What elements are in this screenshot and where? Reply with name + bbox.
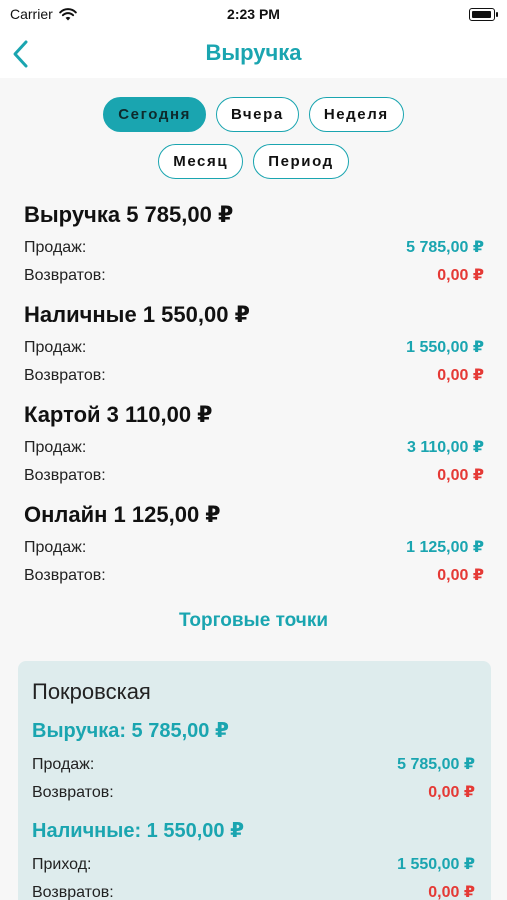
summary-title: Онлайн 1 125,00 ₽ xyxy=(24,502,221,527)
sales-row: Продаж: 5 785,00 ₽ xyxy=(24,234,484,262)
returns-value: 0,00 ₽ xyxy=(428,884,475,900)
sales-value: 3 110,00 ₽ xyxy=(407,439,484,456)
nav-bar: Выручка xyxy=(0,30,507,78)
filter-row-2: Месяц Период xyxy=(0,144,507,179)
outlets-section-title: Торговые точки xyxy=(178,610,329,631)
filter-row-1: Сегодня Вчера Неделя xyxy=(0,97,507,132)
sales-value: 1 550,00 ₽ xyxy=(406,339,484,356)
sales-row: Продаж: 1 550,00 ₽ xyxy=(24,334,484,362)
outlet-income-row: Приход: 1 550,00 ₽ xyxy=(32,851,475,879)
returns-row: Возвратов: 0,00 ₽ xyxy=(24,462,484,490)
page-title: Выручка xyxy=(205,40,302,65)
outlet-sales-row: Продаж: 5 785,00 ₽ xyxy=(32,751,475,779)
filter-period-button[interactable]: Период xyxy=(253,144,349,179)
sales-row: Продаж: 3 110,00 ₽ xyxy=(24,434,484,462)
returns-label: Возвратов: xyxy=(32,784,114,801)
sales-row: Продаж: 1 125,00 ₽ xyxy=(24,534,484,562)
filter-month-button[interactable]: Месяц xyxy=(158,144,244,179)
returns-row: Возвратов: 0,00 ₽ xyxy=(24,362,484,390)
returns-label: Возвратов: xyxy=(24,367,106,384)
returns-label: Возвратов: xyxy=(24,267,106,284)
filter-today-button[interactable]: Сегодня xyxy=(103,97,206,132)
summary-title: Картой 3 110,00 ₽ xyxy=(24,402,213,427)
filter-week-button[interactable]: Неделя xyxy=(308,97,404,132)
returns-value: 0,00 ₽ xyxy=(437,267,484,284)
summary-title: Наличные 1 550,00 ₽ xyxy=(24,302,250,327)
returns-value: 0,00 ₽ xyxy=(437,467,484,484)
sales-label: Продаж: xyxy=(24,539,87,556)
summary-title: Выручка 5 785,00 ₽ xyxy=(24,202,234,227)
returns-label: Возвратов: xyxy=(32,884,114,900)
returns-label: Возвратов: xyxy=(24,567,106,584)
outlet-name: Покровская xyxy=(32,679,151,704)
returns-value: 0,00 ₽ xyxy=(428,784,475,801)
outlet-returns-row: Возвратов: 0,00 ₽ xyxy=(32,779,475,807)
outlet-cash-title: Наличные: 1 550,00 ₽ xyxy=(32,820,245,842)
revenue-summary: Выручка 5 785,00 ₽ Продаж: 5 785,00 ₽ Во… xyxy=(24,200,484,600)
returns-value: 0,00 ₽ xyxy=(437,367,484,384)
outlet-revenue-title: Выручка: 5 785,00 ₽ xyxy=(32,720,229,742)
returns-label: Возвратов: xyxy=(24,467,106,484)
summary-block-revenue: Выручка 5 785,00 ₽ Продаж: 5 785,00 ₽ Во… xyxy=(24,200,484,300)
summary-block-cash: Наличные 1 550,00 ₽ Продаж: 1 550,00 ₽ В… xyxy=(24,300,484,400)
income-value: 1 550,00 ₽ xyxy=(397,856,475,873)
income-label: Приход: xyxy=(32,856,92,873)
sales-label: Продаж: xyxy=(24,339,87,356)
outlet-cash-returns-row: Возвратов: 0,00 ₽ xyxy=(32,879,475,900)
returns-row: Возвратов: 0,00 ₽ xyxy=(24,262,484,290)
sales-value: 5 785,00 ₽ xyxy=(406,239,484,256)
outlet-card[interactable]: Покровская Выручка: 5 785,00 ₽ Продаж: 5… xyxy=(18,661,491,900)
period-filters: Сегодня Вчера Неделя Месяц Период xyxy=(0,97,507,191)
sales-label: Продаж: xyxy=(32,756,95,773)
sales-label: Продаж: xyxy=(24,239,87,256)
status-time: 2:23 PM xyxy=(227,6,280,22)
returns-value: 0,00 ₽ xyxy=(437,567,484,584)
sales-value: 1 125,00 ₽ xyxy=(406,539,484,556)
sales-label: Продаж: xyxy=(24,439,87,456)
summary-block-online: Онлайн 1 125,00 ₽ Продаж: 1 125,00 ₽ Воз… xyxy=(24,500,484,600)
sales-value: 5 785,00 ₽ xyxy=(397,756,475,773)
filter-yesterday-button[interactable]: Вчера xyxy=(215,97,299,132)
battery-fill xyxy=(472,11,491,18)
status-bar: Carrier 2:23 PM xyxy=(0,0,507,30)
summary-block-card: Картой 3 110,00 ₽ Продаж: 3 110,00 ₽ Воз… xyxy=(24,400,484,500)
battery-icon xyxy=(469,8,498,21)
returns-row: Возвратов: 0,00 ₽ xyxy=(24,562,484,590)
